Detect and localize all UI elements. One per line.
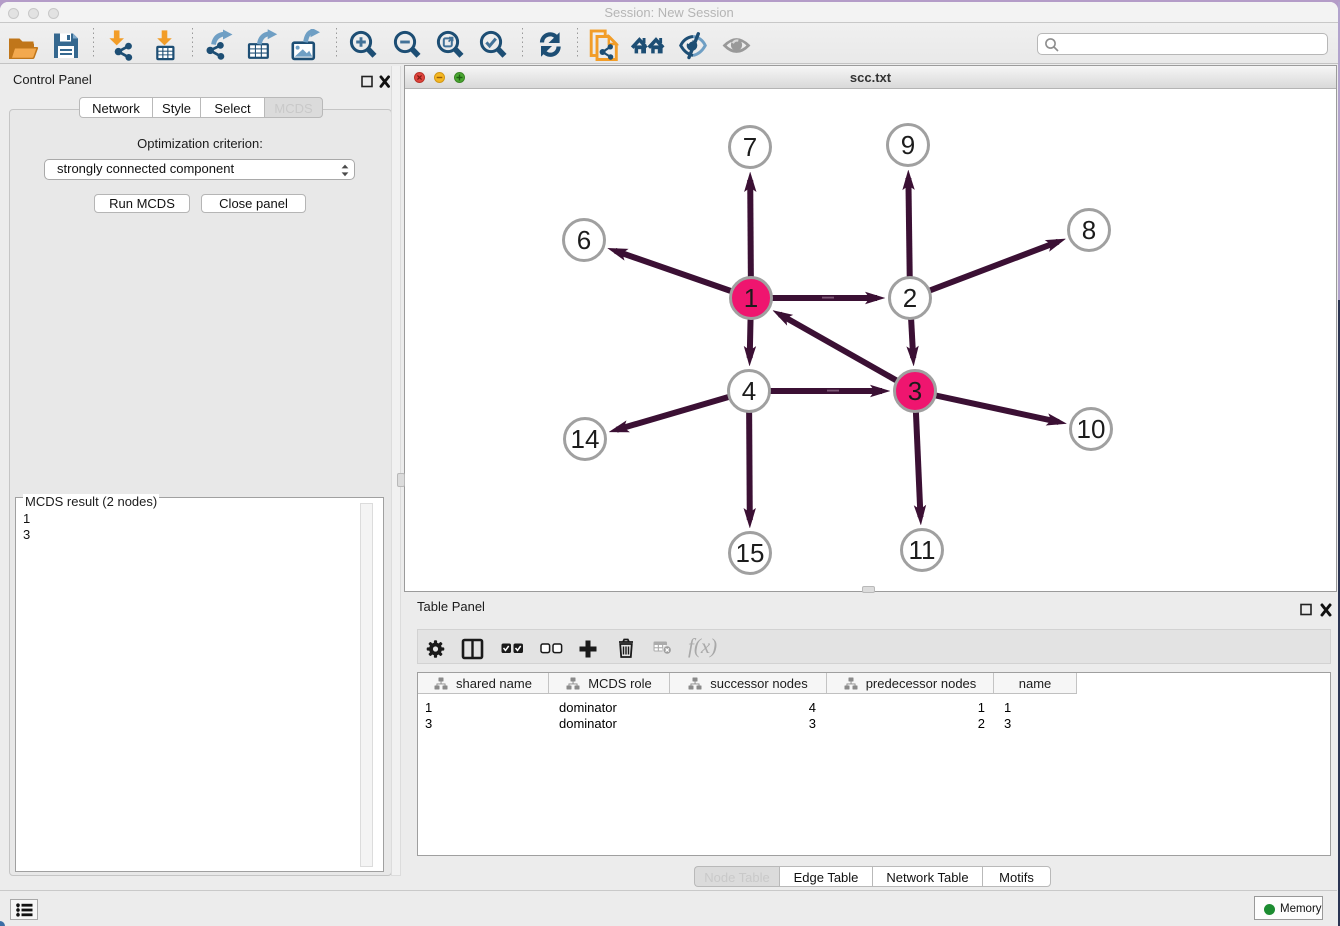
svg-text:10: 10 xyxy=(1077,414,1106,444)
svg-text:2: 2 xyxy=(903,283,917,313)
svg-text:8: 8 xyxy=(1082,215,1096,245)
svg-text:14: 14 xyxy=(571,424,600,454)
svg-text:4: 4 xyxy=(742,376,756,406)
svg-text:9: 9 xyxy=(901,130,915,160)
svg-text:6: 6 xyxy=(577,225,591,255)
svg-text:15: 15 xyxy=(736,538,765,568)
svg-text:3: 3 xyxy=(908,376,922,406)
svg-text:1: 1 xyxy=(744,283,758,313)
svg-text:11: 11 xyxy=(909,535,936,565)
svg-text:7: 7 xyxy=(743,132,757,162)
